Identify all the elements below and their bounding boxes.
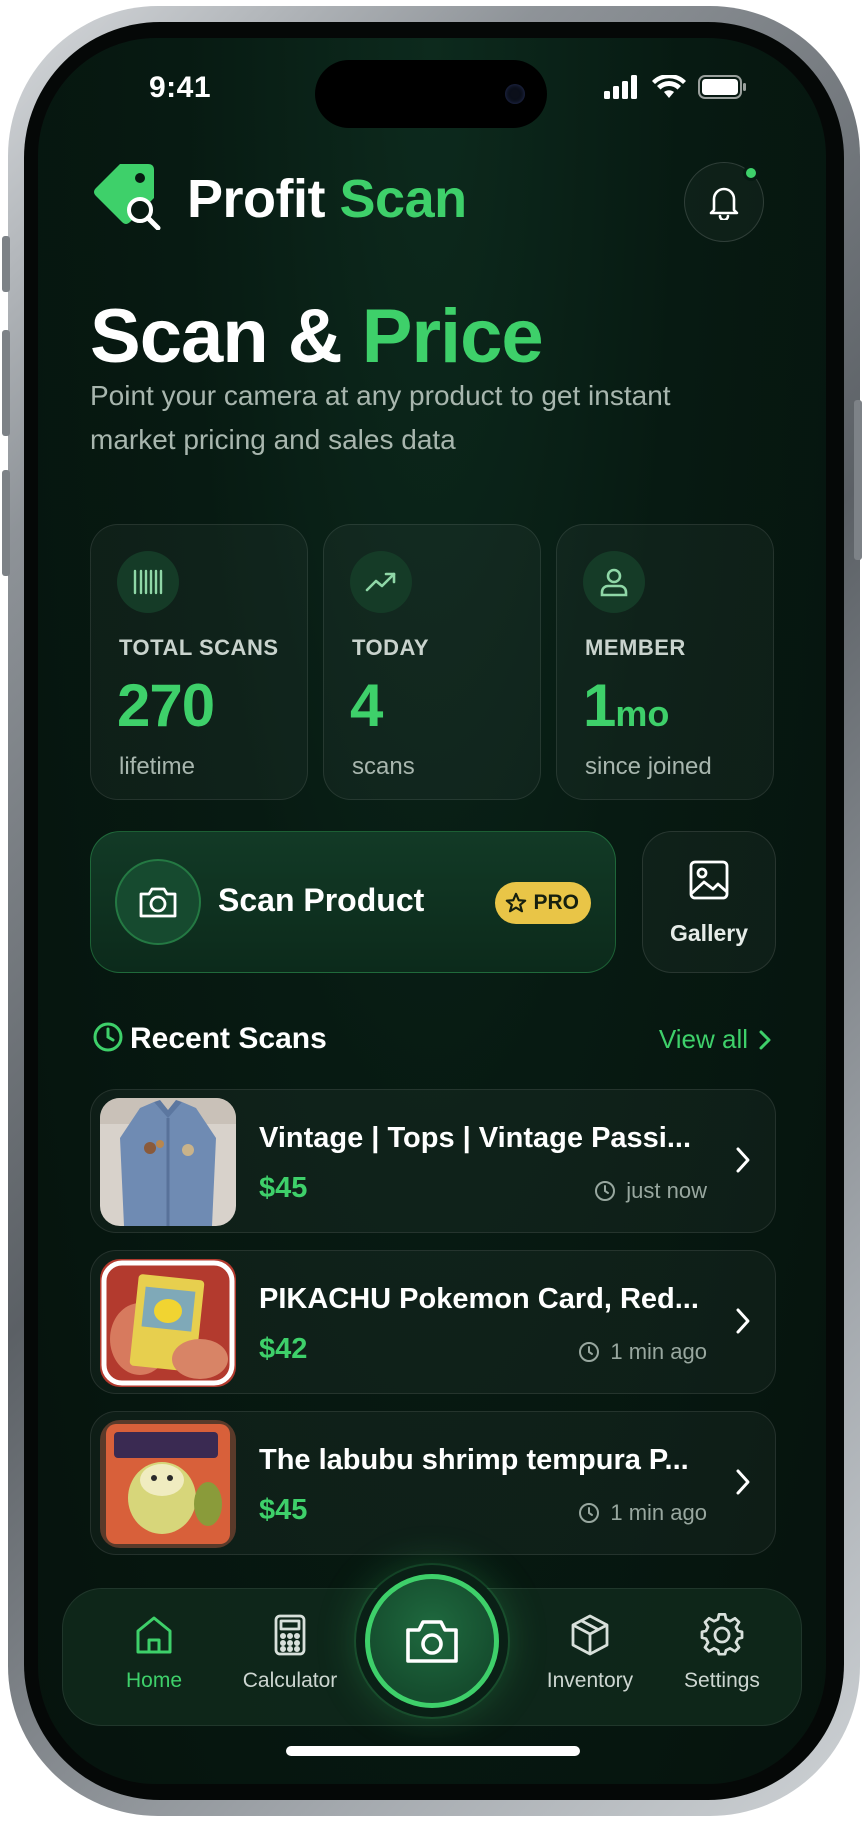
front-camera <box>505 84 525 104</box>
stat-sub: scans <box>352 753 415 780</box>
signal-icon <box>604 75 637 99</box>
recent-scan-item[interactable]: The labubu shrimp tempura P... $45 1 min… <box>90 1411 776 1555</box>
hero-title-accent: Price <box>361 294 544 379</box>
stat-icon-wrap <box>117 551 179 613</box>
stat-card-total-scans: TOTAL SCANS 270 lifetime <box>90 524 308 800</box>
item-time: 1 min ago <box>578 1500 707 1526</box>
item-thumbnail-plush-toy <box>100 1420 236 1548</box>
star-icon <box>506 892 527 913</box>
home-indicator <box>286 1746 580 1756</box>
volume-down-button <box>2 470 10 576</box>
gallery-button[interactable]: Gallery <box>642 831 776 973</box>
item-price: $42 <box>259 1333 308 1365</box>
stat-card-member: MEMBER 1mo since joined <box>556 524 774 800</box>
nav-item-inventory[interactable]: Inventory <box>520 1613 660 1693</box>
hero-title: Scan & Price <box>90 293 544 380</box>
nav-label: Calculator <box>242 1669 338 1692</box>
pro-badge: PRO <box>495 882 591 924</box>
box-icon <box>571 1614 609 1656</box>
stat-label: TOTAL SCANS <box>119 635 279 660</box>
calculator-icon <box>274 1614 306 1656</box>
gear-icon <box>700 1613 744 1656</box>
item-price: $45 <box>259 1494 308 1526</box>
scan-fab-button[interactable] <box>365 1574 499 1708</box>
item-title: PIKACHU Pokemon Card, Red... <box>259 1283 699 1315</box>
power-button <box>854 400 862 560</box>
stat-label: MEMBER <box>585 635 686 660</box>
recent-scans-title: Recent Scans <box>130 1022 327 1055</box>
status-time: 9:41 <box>149 71 212 104</box>
stat-card-today: TODAY 4 scans <box>323 524 541 800</box>
recent-scan-item[interactable]: PIKACHU Pokemon Card, Red... $42 1 min a… <box>90 1250 776 1394</box>
scan-camera-badge <box>115 859 201 945</box>
chevron-right-icon <box>736 1469 750 1495</box>
app-title-primary: Profit <box>187 169 326 229</box>
clock-icon <box>595 1181 616 1201</box>
pro-badge-label: PRO <box>533 891 579 914</box>
nav-label: Settings <box>684 1669 760 1692</box>
chevron-right-icon <box>759 1030 771 1049</box>
item-thumbnail-pokemon-card <box>100 1259 236 1387</box>
barcode-icon <box>133 569 163 595</box>
scan-product-label: Scan Product <box>218 882 425 918</box>
app-screen: 9:41 Profit Scan Scan & Price Point your… <box>38 38 826 1784</box>
stat-sub: lifetime <box>119 753 196 780</box>
stat-sub: since joined <box>585 753 712 780</box>
view-all-label: View all <box>658 1024 748 1054</box>
camera-icon <box>139 887 177 918</box>
app-title-accent: Scan <box>339 169 468 229</box>
notifications-button[interactable] <box>684 162 764 242</box>
dynamic-island <box>315 60 547 128</box>
stat-number: 270 <box>117 672 215 739</box>
item-time-label: 1 min ago <box>610 1500 707 1525</box>
action-button <box>2 236 10 292</box>
hero-subtitle: Point your camera at any product to get … <box>90 380 671 455</box>
clock-icon <box>579 1342 600 1362</box>
volume-up-button <box>2 330 10 436</box>
stat-label: TODAY <box>352 635 430 660</box>
clock-icon <box>93 1022 123 1052</box>
bell-icon <box>709 187 739 220</box>
stat-icon-wrap <box>583 551 645 613</box>
home-icon <box>136 1616 172 1654</box>
item-title: The labubu shrimp tempura P... <box>259 1444 689 1476</box>
scan-product-button[interactable]: Scan Product PRO <box>90 831 616 973</box>
camera-icon <box>406 1620 458 1663</box>
nav-item-calculator[interactable]: Calculator <box>220 1613 360 1693</box>
notification-dot <box>743 165 759 181</box>
nav-item-settings[interactable]: Settings <box>652 1613 792 1693</box>
clock-icon <box>579 1503 600 1523</box>
gallery-label: Gallery <box>670 920 748 946</box>
item-time-label: 1 min ago <box>610 1339 707 1364</box>
recent-scan-item[interactable]: Vintage | Tops | Vintage Passi... $45 ju… <box>90 1089 776 1233</box>
item-time-label: just now <box>626 1178 707 1203</box>
stat-icon-wrap <box>350 551 412 613</box>
stat-unit: mo <box>615 693 670 734</box>
item-price: $45 <box>259 1172 308 1204</box>
stat-number: 4 <box>350 672 383 739</box>
item-title: Vintage | Tops | Vintage Passi... <box>259 1122 692 1154</box>
item-thumbnail-shirt <box>100 1098 236 1226</box>
item-time: 1 min ago <box>578 1339 707 1365</box>
view-all-link[interactable]: View all <box>659 1024 772 1055</box>
nav-label: Home <box>125 1669 183 1692</box>
app-title: Profit Scan <box>187 168 467 230</box>
nav-label: Inventory <box>546 1669 634 1692</box>
user-icon <box>600 568 628 597</box>
item-time: just now <box>594 1178 707 1204</box>
stat-value: 270 <box>117 671 215 740</box>
stat-value: 4 <box>350 671 383 740</box>
chevron-right-icon <box>736 1147 750 1173</box>
price-tag-logo-icon <box>94 164 161 230</box>
wifi-icon <box>652 75 686 98</box>
nav-item-home[interactable]: Home <box>84 1613 224 1693</box>
chevron-right-icon <box>736 1308 750 1334</box>
stat-number: 1 <box>583 672 616 739</box>
stat-value: 1mo <box>583 671 669 740</box>
trending-up-icon <box>365 572 396 592</box>
status-icons <box>604 75 748 99</box>
battery-icon <box>698 75 746 99</box>
hero-title-primary: Scan & <box>90 294 343 379</box>
image-icon <box>689 860 729 900</box>
